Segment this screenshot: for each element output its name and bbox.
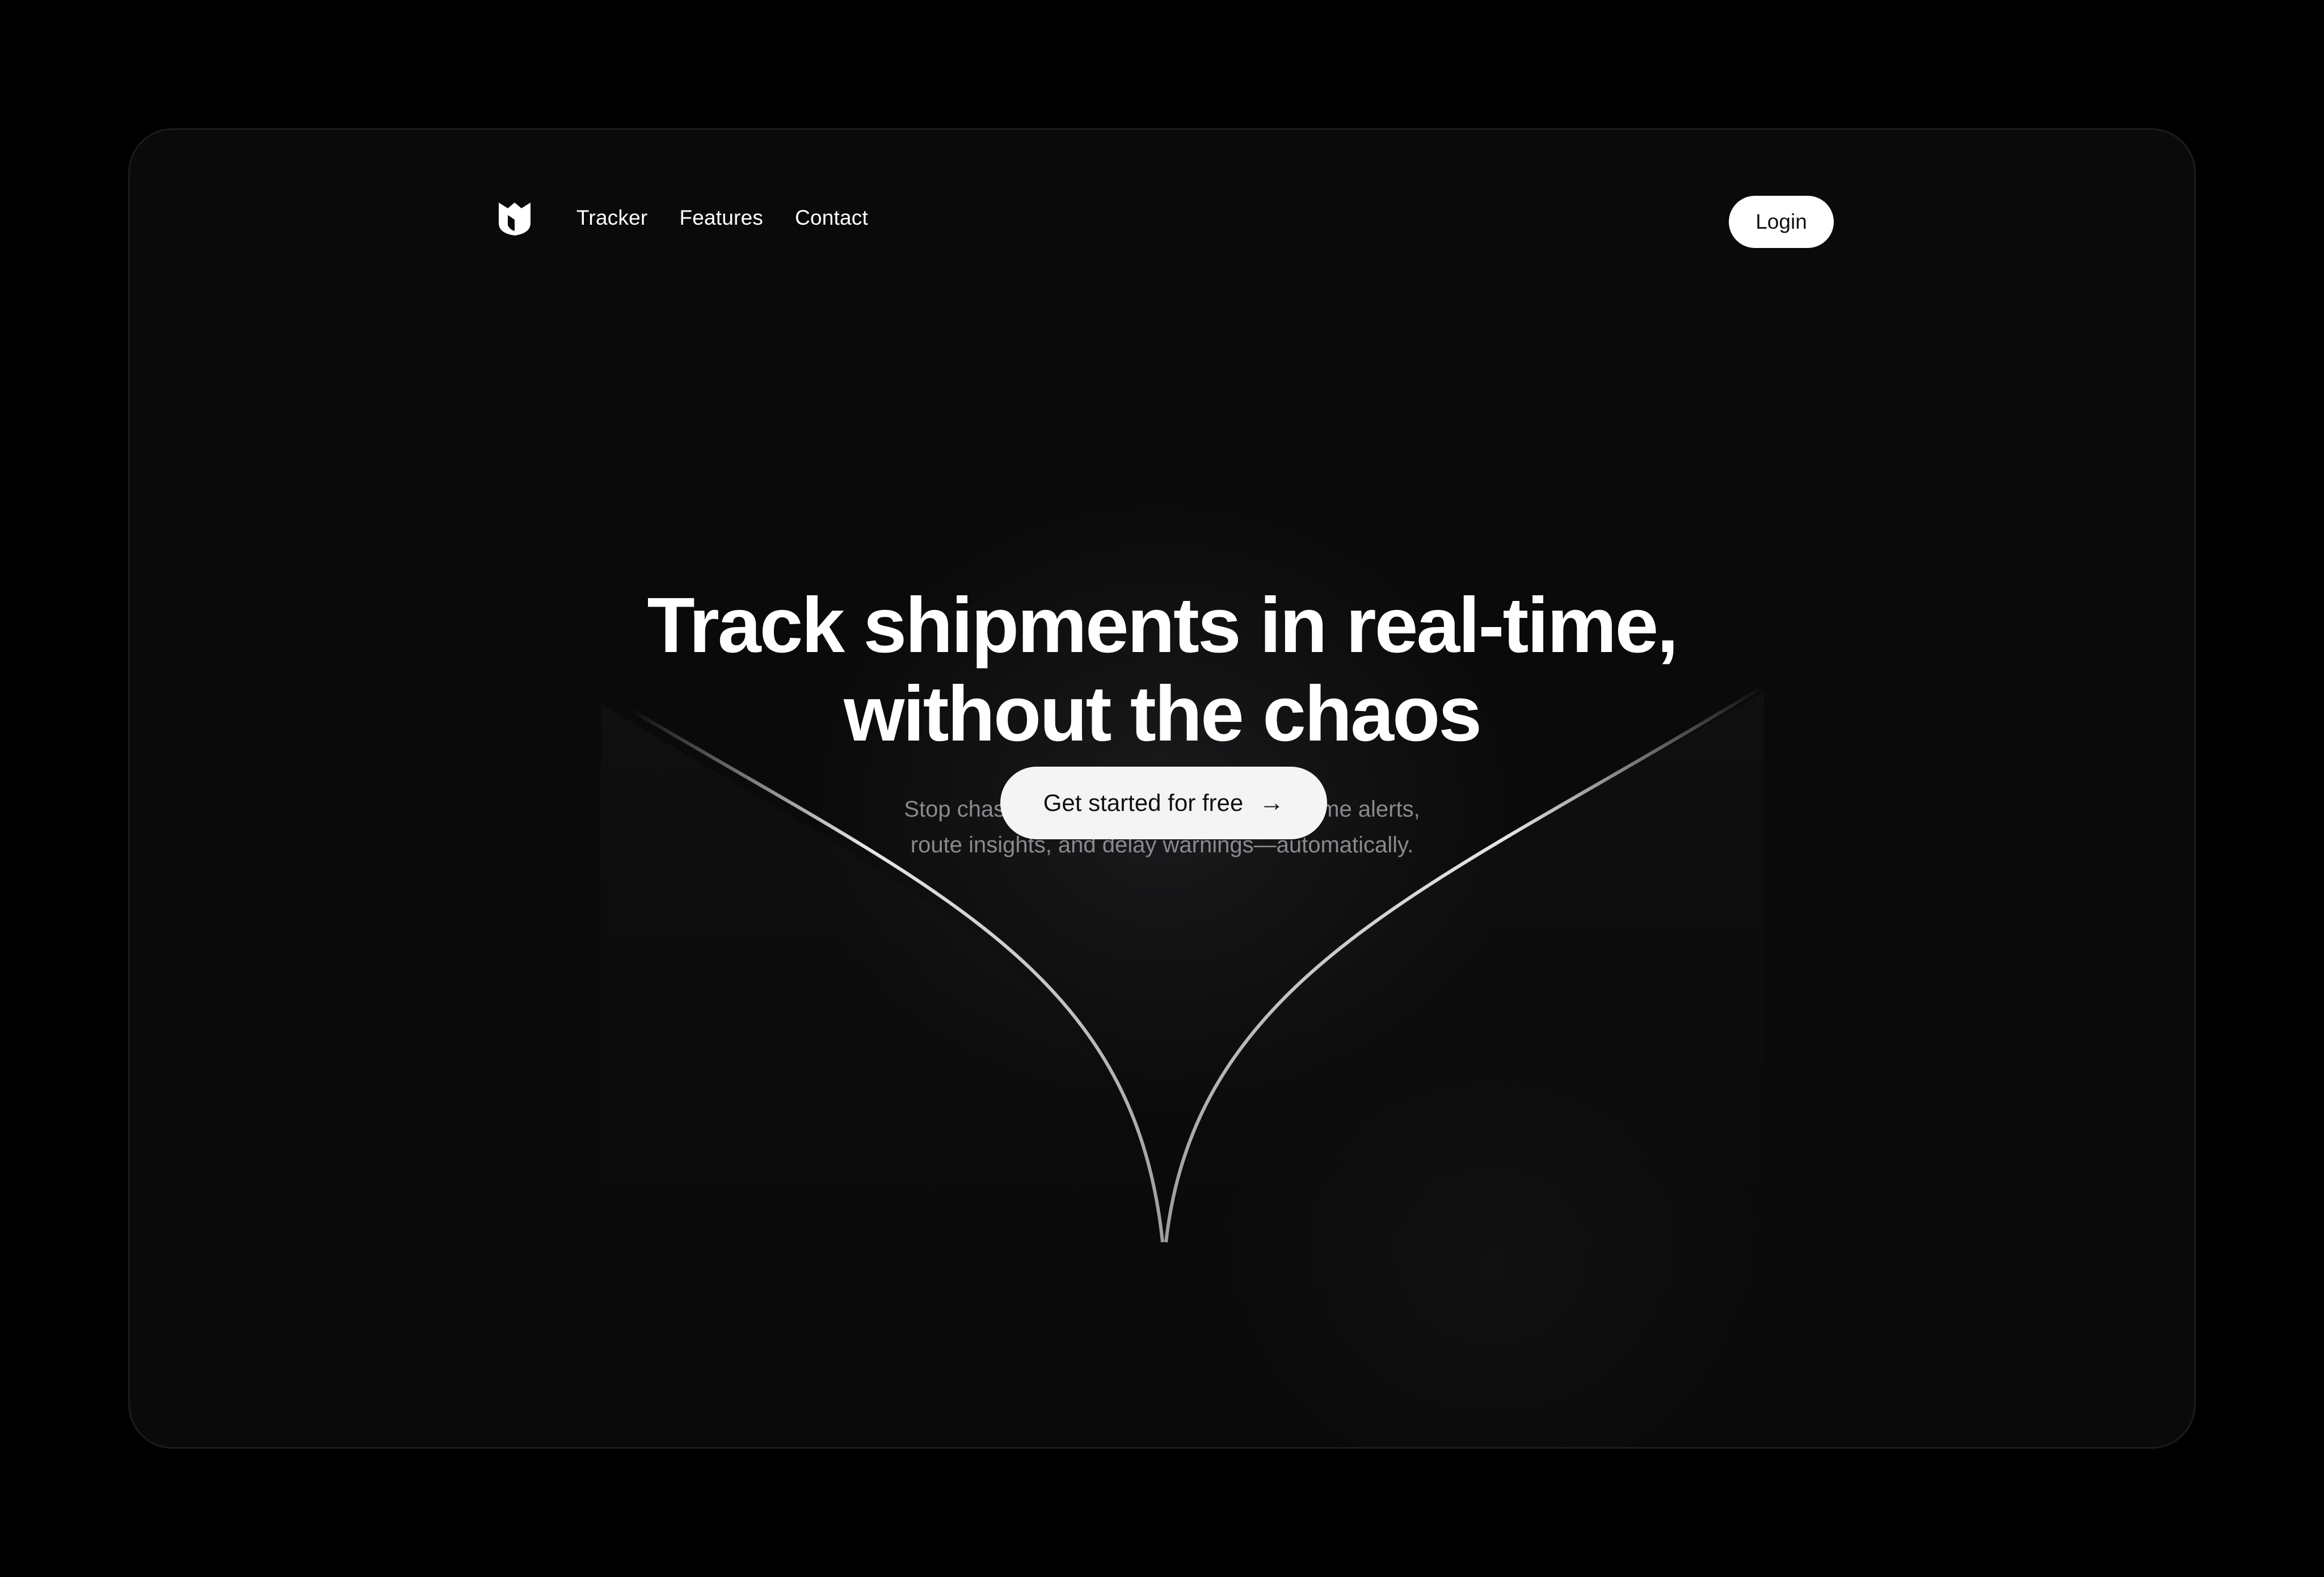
get-started-button[interactable]: Get started for free → xyxy=(1000,767,1327,839)
login-button[interactable]: Login xyxy=(1729,196,1834,248)
nav-link-tracker[interactable]: Tracker xyxy=(576,204,647,232)
arrow-right-icon: → xyxy=(1259,789,1285,817)
nav-links: Tracker Features Contact xyxy=(576,204,868,232)
hero-title-line-1: Track shipments in real-time, xyxy=(647,582,1678,669)
get-started-label: Get started for free xyxy=(1043,789,1244,816)
nav-link-contact[interactable]: Contact xyxy=(795,204,868,232)
landing-page-frame: Tracker Features Contact Login Track shi… xyxy=(128,128,2196,1449)
nav-link-features[interactable]: Features xyxy=(679,204,763,232)
hero-title: Track shipments in real-time, without th… xyxy=(130,581,2194,758)
hero-title-line-2: without the chaos xyxy=(844,670,1482,758)
top-navigation: Tracker Features Contact Login xyxy=(130,130,2194,248)
shield-logo-icon[interactable] xyxy=(498,200,532,237)
